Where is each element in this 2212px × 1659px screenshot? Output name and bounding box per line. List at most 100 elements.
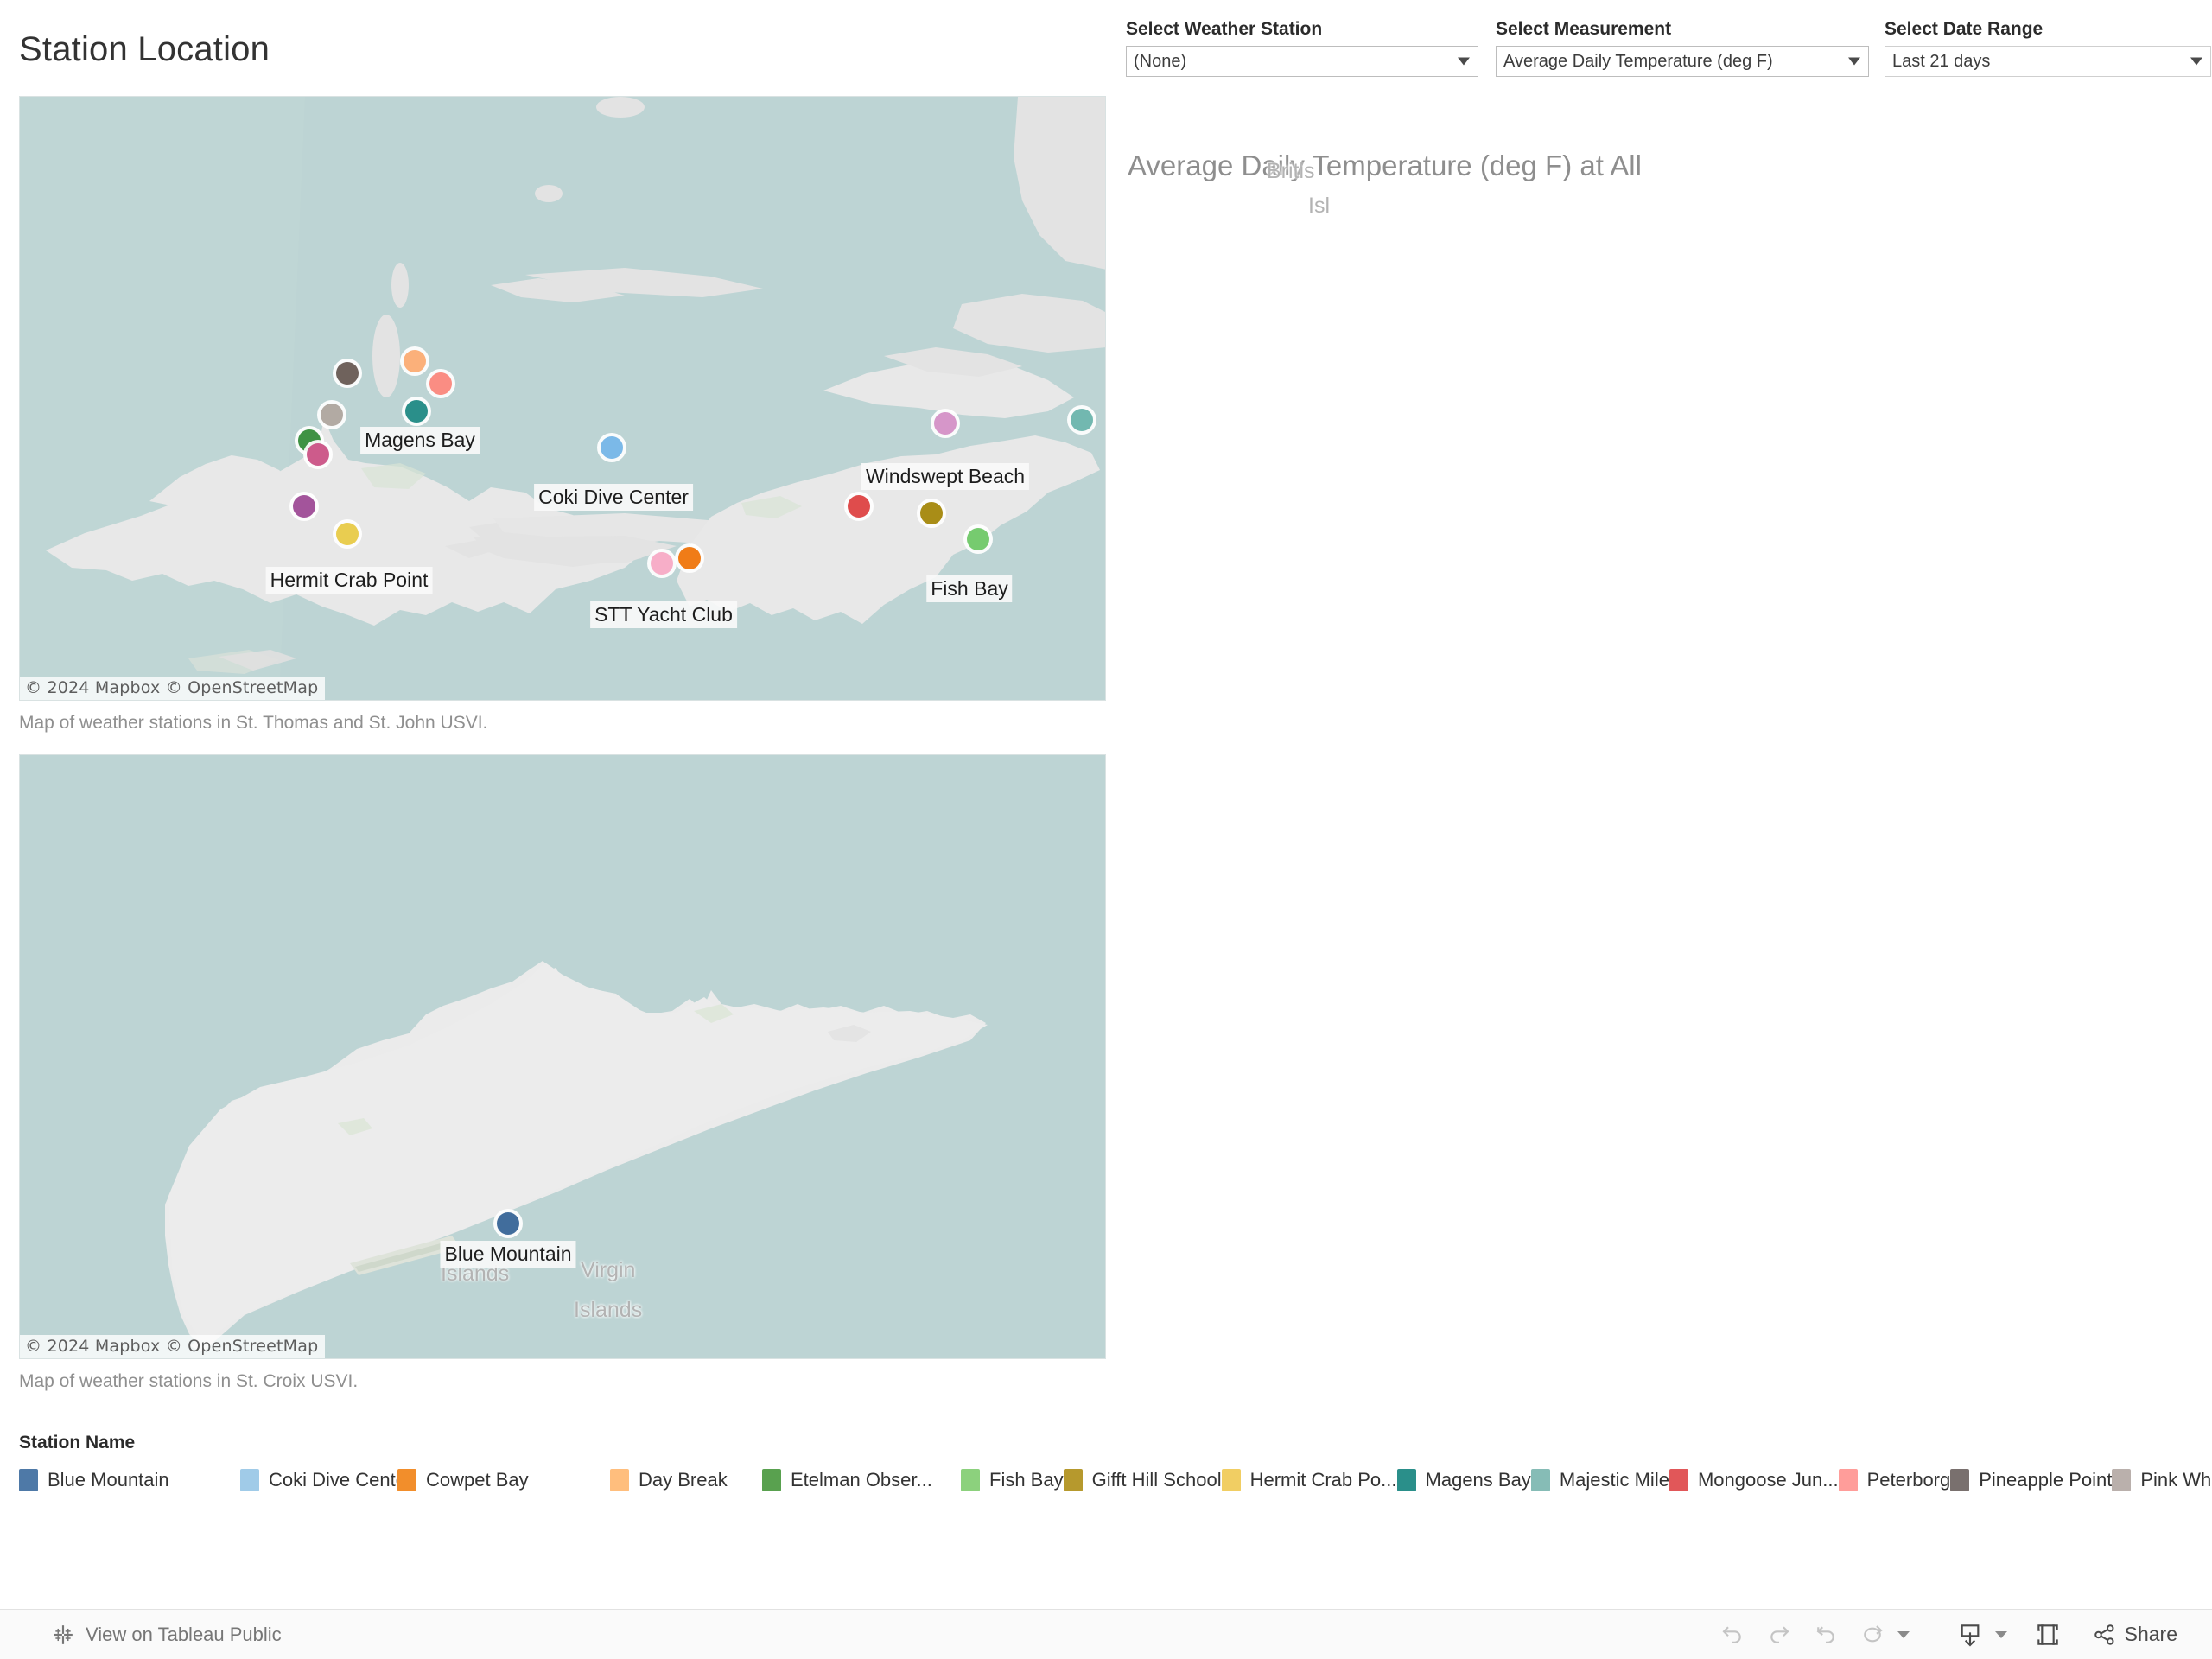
view-on-tableau-public-button[interactable]: View on Tableau Public: [52, 1624, 282, 1646]
legend-items: Blue Mountain Coki Dive Center Cowpet Bay D…: [19, 1462, 2212, 1497]
measurement-select[interactable]: Average Daily Temperature (deg F): [1496, 46, 1869, 77]
legend-item-label: Coki Dive Center: [269, 1468, 413, 1491]
station-label: Hermit Crab Point: [265, 567, 433, 594]
station-marker[interactable]: [651, 552, 673, 575]
station-marker[interactable]: [307, 443, 329, 466]
legend-item[interactable]: Cowpet Bay: [397, 1462, 610, 1497]
station-label: Coki Dive Center: [534, 484, 693, 511]
map-attribution-stx: © 2024 Mapbox © OpenStreetMap: [20, 1335, 326, 1358]
legend-color-swatch: [240, 1468, 259, 1491]
legend-title: Station Name: [19, 1433, 136, 1452]
legend-color-swatch: [1530, 1468, 1550, 1491]
weather-station-select[interactable]: (None): [1126, 46, 1478, 77]
legend-item[interactable]: Etelman Obser...: [762, 1462, 961, 1497]
legend-item-label: Majestic Mile: [1559, 1468, 1669, 1491]
undo-button[interactable]: [1711, 1616, 1754, 1654]
chevron-down-icon[interactable]: [1897, 1630, 1910, 1638]
weather-station-value: (None): [1134, 51, 1187, 71]
legend-color-swatch: [1063, 1468, 1083, 1491]
map-basemap-stx: [20, 755, 1105, 1358]
station-marker[interactable]: [321, 404, 343, 426]
map-attribution-stt: © 2024 Mapbox © OpenStreetMap: [20, 677, 326, 700]
refresh-button[interactable]: [1851, 1616, 1894, 1654]
map-place-label: Isl: [1308, 194, 1330, 218]
legend-item-label: Day Break: [639, 1468, 728, 1491]
revert-button[interactable]: [1804, 1616, 1847, 1654]
filter-label-date-range: Select Date Range: [1885, 19, 2044, 39]
station-marker[interactable]: [293, 495, 315, 518]
station-marker[interactable]: [934, 412, 957, 435]
legend-item-label: Fish Bay: [989, 1468, 1064, 1491]
station-marker[interactable]: [967, 528, 989, 550]
filter-date-range: Select Date Range Last 21 days: [1885, 19, 2211, 77]
map-place-label: Britis: [1267, 159, 1315, 183]
share-button[interactable]: Share: [2092, 1622, 2177, 1648]
station-label: STT Yacht Club: [590, 601, 737, 628]
fullscreen-icon: [2037, 1624, 2058, 1645]
chevron-down-icon: [2190, 57, 2202, 66]
filter-measurement: Select Measurement Average Daily Tempera…: [1496, 19, 1869, 77]
legend-color-swatch: [1669, 1468, 1688, 1491]
undo-icon: [1722, 1625, 1741, 1643]
legend: Station Name Blue Mountain Coki Dive Cent…: [19, 1433, 2212, 1497]
viz-title: Average Daily Temperature (deg F) at All: [1128, 149, 1642, 181]
station-marker[interactable]: [336, 362, 359, 385]
legend-item[interactable]: Fish Bay: [961, 1462, 1064, 1497]
chevron-down-icon[interactable]: [1994, 1630, 2007, 1638]
share-label: Share: [2124, 1623, 2177, 1645]
station-marker[interactable]: [601, 436, 623, 459]
chevron-down-icon: [1848, 57, 1860, 66]
legend-item-label: Pineapple Point: [1979, 1468, 2113, 1491]
legend-item-label: Etelman Obser...: [791, 1468, 932, 1491]
station-marker[interactable]: [405, 400, 428, 423]
date-range-select[interactable]: Last 21 days: [1885, 46, 2211, 77]
download-button[interactable]: [1948, 1616, 1992, 1654]
station-marker[interactable]: [678, 547, 701, 569]
legend-color-swatch: [961, 1468, 980, 1491]
map-st-thomas-st-john[interactable]: © 2024 Mapbox © OpenStreetMap: [19, 96, 1106, 701]
legend-item-label: Cowpet Bay: [426, 1468, 529, 1491]
station-marker[interactable]: [336, 523, 359, 545]
legend-item[interactable]: Gifft Hill School: [1063, 1462, 1222, 1497]
filter-label-measurement: Select Measurement: [1496, 19, 1672, 39]
station-marker[interactable]: [920, 502, 943, 524]
legend-item[interactable]: Majestic Mile: [1530, 1462, 1669, 1497]
station-marker[interactable]: [497, 1212, 519, 1235]
legend-item[interactable]: Mongoose Jun...: [1669, 1462, 1839, 1497]
fullscreen-button[interactable]: [2026, 1616, 2069, 1654]
station-marker[interactable]: [429, 372, 452, 395]
legend-color-swatch: [1838, 1468, 1858, 1491]
measurement-value: Average Daily Temperature (deg F): [1503, 51, 1773, 71]
map-st-croix[interactable]: © 2024 Mapbox © OpenStreetMap: [19, 754, 1106, 1359]
legend-color-swatch: [610, 1468, 629, 1491]
legend-item[interactable]: Hermit Crab Po...: [1221, 1462, 1397, 1497]
legend-item[interactable]: Day Break: [610, 1462, 762, 1497]
redo-icon: [1770, 1625, 1789, 1643]
station-label: Blue Mountain: [440, 1241, 576, 1268]
refresh-icon: [1863, 1624, 1883, 1642]
chevron-down-icon: [1458, 57, 1470, 66]
station-label: Fish Bay: [926, 575, 1013, 602]
legend-item[interactable]: Pineapple Point: [1950, 1462, 2112, 1497]
legend-item[interactable]: Pink Whale: [2112, 1462, 2212, 1497]
map-caption-st-croix: Map of weather stations in St. Croix USV…: [19, 1371, 359, 1391]
view-on-tableau-public-label: View on Tableau Public: [86, 1623, 282, 1645]
filter-label-weather-station: Select Weather Station: [1126, 19, 1323, 39]
legend-item-label: Pink Whale: [2140, 1468, 2212, 1491]
station-marker[interactable]: [1071, 409, 1093, 431]
legend-item-label: Peterborg: [1866, 1468, 1951, 1491]
map-place-label: Virgin: [581, 1258, 636, 1282]
legend-item[interactable]: Blue Mountain: [19, 1462, 240, 1497]
map-basemap-stt: [20, 97, 1105, 700]
legend-item-label: Blue Mountain: [48, 1468, 169, 1491]
station-marker[interactable]: [848, 495, 870, 518]
legend-item[interactable]: Magens Bay: [1396, 1462, 1531, 1497]
legend-color-swatch: [397, 1468, 416, 1491]
legend-color-swatch: [19, 1468, 38, 1491]
legend-color-swatch: [1221, 1468, 1241, 1491]
station-marker[interactable]: [404, 350, 426, 372]
legend-item[interactable]: Coki Dive Center: [240, 1462, 412, 1497]
map-caption-st-thomas: Map of weather stations in St. Thomas an…: [19, 713, 488, 733]
legend-item[interactable]: Peterborg: [1838, 1462, 1951, 1497]
redo-button[interactable]: [1758, 1616, 1801, 1654]
